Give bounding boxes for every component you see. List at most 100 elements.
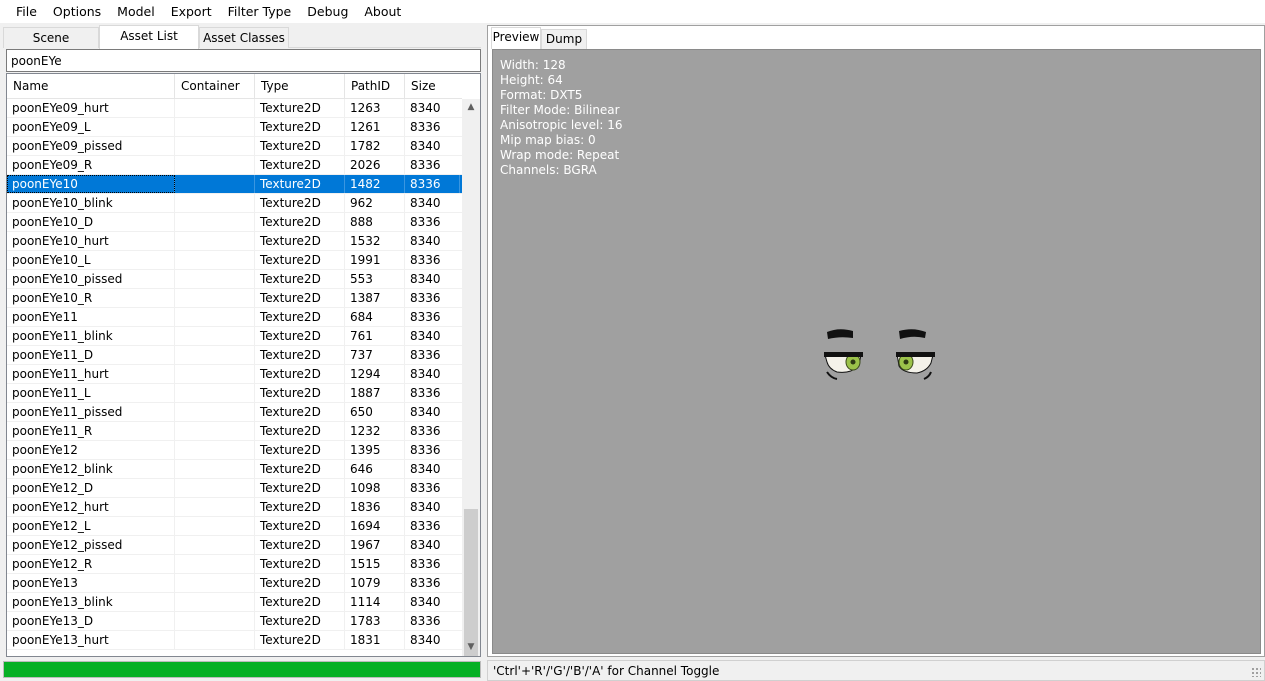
cell-pathid: 1991 bbox=[345, 251, 405, 269]
menu-file[interactable]: File bbox=[0, 0, 45, 23]
cell-type: Texture2D bbox=[255, 555, 345, 573]
table-row[interactable]: poonEYe10_hurt Texture2D 1532 8340 bbox=[7, 232, 462, 251]
texture-preview-area: Width: 128 Height: 64 Format: DXT5 Filter M… bbox=[492, 49, 1261, 654]
cell-size: 8336 bbox=[410, 291, 441, 305]
cell-pathid: 1836 bbox=[345, 498, 405, 516]
cell-type: Texture2D bbox=[255, 384, 345, 402]
cell-name: poonEYe12_D bbox=[7, 479, 175, 497]
cell-type: Texture2D bbox=[255, 612, 345, 630]
table-row[interactable]: poonEYe13_D Texture2D 1783 8336 bbox=[7, 612, 462, 631]
cell-size: 8340 bbox=[410, 196, 441, 210]
column-header-pathid[interactable]: PathID bbox=[345, 74, 405, 99]
column-header-type[interactable]: Type bbox=[255, 74, 345, 99]
panel-splitter[interactable] bbox=[483, 25, 486, 681]
cell-type: Texture2D bbox=[255, 327, 345, 345]
table-row[interactable]: poonEYe10_L Texture2D 1991 8336 bbox=[7, 251, 462, 270]
menu-debug[interactable]: Debug bbox=[299, 0, 356, 23]
cell-name: poonEYe12 bbox=[7, 441, 175, 459]
cell-size: 8336 bbox=[410, 443, 441, 457]
table-row[interactable]: poonEYe12_blink Texture2D 646 8340 bbox=[7, 460, 462, 479]
table-row[interactable]: poonEYe09_pissed Texture2D 1782 8340 bbox=[7, 137, 462, 156]
cell-container bbox=[175, 517, 255, 535]
cell-pathid: 1395 bbox=[345, 441, 405, 459]
cell-type: Texture2D bbox=[255, 175, 345, 193]
tab-preview[interactable]: Preview bbox=[491, 27, 541, 49]
cell-size: 8340 bbox=[410, 272, 441, 286]
table-row[interactable]: poonEYe10_blink Texture2D 962 8340 bbox=[7, 194, 462, 213]
scroll-down-arrow-icon[interactable]: ▼ bbox=[462, 639, 480, 656]
table-row[interactable]: poonEYe12_R Texture2D 1515 8336 bbox=[7, 555, 462, 574]
table-row[interactable]: poonEYe13 Texture2D 1079 8336 bbox=[7, 574, 462, 593]
scrollbar-thumb[interactable] bbox=[464, 509, 478, 656]
list-header: Name Container Type PathID Size bbox=[7, 74, 462, 99]
table-row[interactable]: poonEYe11_R Texture2D 1232 8336 bbox=[7, 422, 462, 441]
info-line: Anisotropic level: 16 bbox=[500, 118, 623, 132]
cell-type: Texture2D bbox=[255, 156, 345, 174]
cell-pathid: 962 bbox=[345, 194, 405, 212]
column-header-name[interactable]: Name bbox=[7, 74, 175, 99]
cell-pathid: 1694 bbox=[345, 517, 405, 535]
scrollbar-corner bbox=[462, 74, 480, 99]
cell-name: poonEYe12_L bbox=[7, 517, 175, 535]
cell-type: Texture2D bbox=[255, 460, 345, 478]
table-row[interactable]: poonEYe11_blink Texture2D 761 8340 bbox=[7, 327, 462, 346]
cell-size: 8336 bbox=[410, 481, 441, 495]
table-row[interactable]: poonEYe12_hurt Texture2D 1836 8340 bbox=[7, 498, 462, 517]
filter-input[interactable] bbox=[6, 49, 481, 72]
cell-size: 8336 bbox=[410, 158, 441, 172]
table-row[interactable]: poonEYe09_R Texture2D 2026 8336 bbox=[7, 156, 462, 175]
menu-about[interactable]: About bbox=[356, 0, 409, 23]
cell-size: 8336 bbox=[410, 348, 441, 362]
table-row[interactable]: poonEYe09_L Texture2D 1261 8336 bbox=[7, 118, 462, 137]
table-row[interactable]: poonEYe11_L Texture2D 1887 8336 bbox=[7, 384, 462, 403]
vertical-scrollbar[interactable]: ▲ ▼ bbox=[462, 99, 480, 656]
table-row[interactable]: poonEYe11 Texture2D 684 8336 bbox=[7, 308, 462, 327]
cell-container bbox=[175, 270, 255, 288]
table-row[interactable]: poonEYe10_pissed Texture2D 553 8340 bbox=[7, 270, 462, 289]
table-row[interactable]: poonEYe10_D Texture2D 888 8336 bbox=[7, 213, 462, 232]
tab-scene-hierarchy[interactable]: Scene Hierarchy bbox=[3, 27, 99, 65]
cell-type: Texture2D bbox=[255, 365, 345, 383]
tab-dump[interactable]: Dump bbox=[541, 29, 587, 49]
table-row[interactable]: poonEYe11_hurt Texture2D 1294 8340 bbox=[7, 365, 462, 384]
menu-model[interactable]: Model bbox=[109, 0, 163, 23]
column-header-container[interactable]: Container bbox=[175, 74, 255, 99]
table-row[interactable]: poonEYe12_pissed Texture2D 1967 8340 bbox=[7, 536, 462, 555]
cell-container bbox=[175, 460, 255, 478]
scroll-up-arrow-icon[interactable]: ▲ bbox=[462, 99, 480, 116]
cell-name: poonEYe13_blink bbox=[7, 593, 175, 611]
table-row[interactable]: poonEYe11_pissed Texture2D 650 8340 bbox=[7, 403, 462, 422]
cell-name: poonEYe12_blink bbox=[7, 460, 175, 478]
tab-asset-classes[interactable]: Asset Classes bbox=[199, 27, 289, 48]
cell-container bbox=[175, 422, 255, 440]
cell-pathid: 1079 bbox=[345, 574, 405, 592]
menu-options[interactable]: Options bbox=[45, 0, 109, 23]
table-row[interactable]: poonEYe10_R Texture2D 1387 8336 bbox=[7, 289, 462, 308]
left-tabstrip: Scene Hierarchy Asset List Asset Classes bbox=[3, 25, 481, 65]
table-row[interactable]: poonEYe09_hurt Texture2D 1263 8340 bbox=[7, 99, 462, 118]
cell-name: poonEYe10_blink bbox=[7, 194, 175, 212]
column-header-size[interactable]: Size bbox=[405, 74, 460, 99]
info-line: Channels: BGRA bbox=[500, 163, 597, 177]
menu-filter-type[interactable]: Filter Type bbox=[220, 0, 300, 23]
table-row[interactable]: poonEYe12 Texture2D 1395 8336 bbox=[7, 441, 462, 460]
cell-pathid: 1532 bbox=[345, 232, 405, 250]
cell-name: poonEYe10_R bbox=[7, 289, 175, 307]
asset-list-view[interactable]: Name Container Type PathID Size poonEYe0… bbox=[6, 73, 481, 657]
cell-pathid: 684 bbox=[345, 308, 405, 326]
table-row[interactable]: poonEYe13_blink Texture2D 1114 8340 bbox=[7, 593, 462, 612]
resize-grip-icon[interactable] bbox=[1251, 667, 1261, 677]
cell-pathid: 1261 bbox=[345, 118, 405, 136]
table-row[interactable]: poonEYe10 Texture2D 1482 8336 bbox=[7, 175, 462, 194]
table-row[interactable]: poonEYe13_hurt Texture2D 1831 8340 bbox=[7, 631, 462, 650]
info-line: Mip map bias: 0 bbox=[500, 133, 596, 147]
cell-name: poonEYe10 bbox=[7, 175, 175, 193]
menu-export[interactable]: Export bbox=[163, 0, 220, 23]
cell-container bbox=[175, 479, 255, 497]
table-row[interactable]: poonEYe12_L Texture2D 1694 8336 bbox=[7, 517, 462, 536]
tab-asset-list[interactable]: Asset List bbox=[99, 25, 199, 49]
cell-type: Texture2D bbox=[255, 422, 345, 440]
cell-container bbox=[175, 308, 255, 326]
table-row[interactable]: poonEYe12_D Texture2D 1098 8336 bbox=[7, 479, 462, 498]
table-row[interactable]: poonEYe11_D Texture2D 737 8336 bbox=[7, 346, 462, 365]
